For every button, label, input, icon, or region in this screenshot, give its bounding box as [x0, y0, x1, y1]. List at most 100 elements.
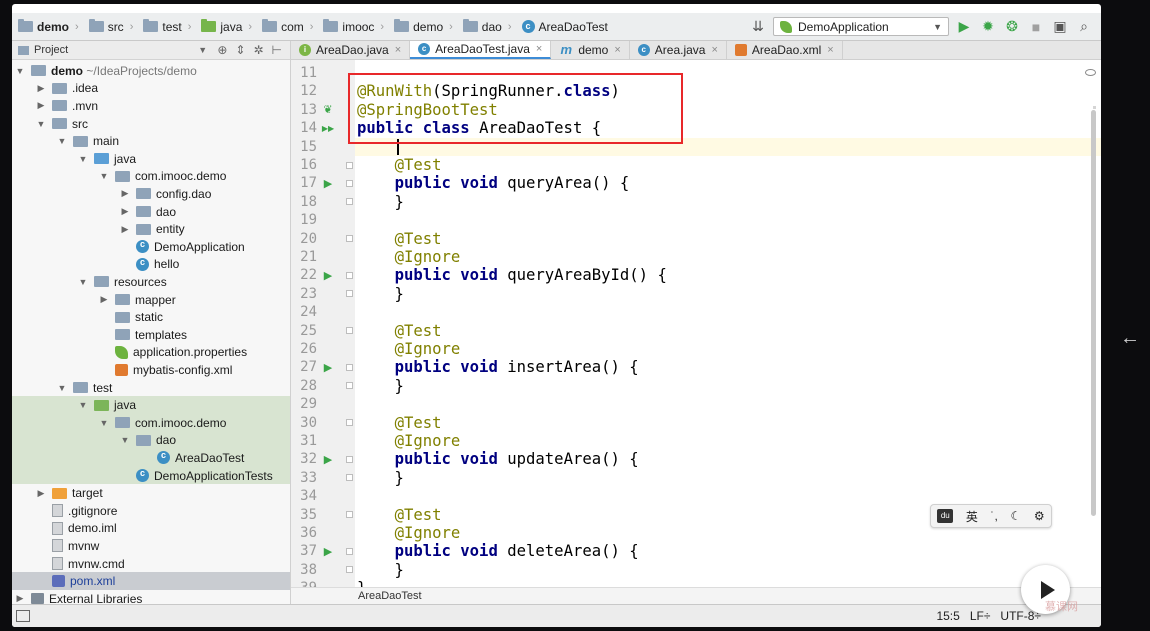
- code-line[interactable]: }: [355, 377, 1101, 395]
- close-icon[interactable]: ×: [614, 44, 620, 56]
- chevron-down-icon[interactable]: ▼: [198, 45, 207, 55]
- fold-marker-icon[interactable]: [344, 414, 354, 432]
- fold-marker-icon[interactable]: [344, 358, 354, 376]
- code-line[interactable]: [355, 487, 1101, 505]
- collapsed-arrow-icon[interactable]: ▶: [120, 188, 130, 199]
- fold-marker-icon[interactable]: [344, 230, 354, 248]
- editor-tab[interactable]: i AreaDao.java ×: [291, 41, 411, 59]
- code-line[interactable]: }: [355, 193, 1101, 211]
- code-line[interactable]: public class AreaDaoTest {: [355, 119, 1101, 137]
- settings-icon[interactable]: ✲: [253, 43, 263, 57]
- breadcrumb-item[interactable]: demo ›: [388, 13, 457, 40]
- code-line[interactable]: [355, 211, 1101, 229]
- fold-marker-icon[interactable]: [344, 469, 354, 487]
- code-line[interactable]: @Ignore: [355, 432, 1101, 450]
- tree-item[interactable]: static: [12, 308, 290, 326]
- editor-tab[interactable]: c AreaDaoTest.java ×: [410, 41, 552, 59]
- run-test-icon[interactable]: ▶: [322, 450, 334, 468]
- fold-marker-icon[interactable]: [344, 506, 354, 524]
- fold-marker-icon[interactable]: [344, 561, 354, 579]
- layout-icon[interactable]: ▣: [1051, 18, 1069, 36]
- expanded-arrow-icon[interactable]: ▼: [15, 66, 25, 76]
- breadcrumb-item[interactable]: c AreaDaoTest: [516, 13, 612, 40]
- run-test-icon[interactable]: ▶: [322, 174, 334, 192]
- collapse-all-icon[interactable]: ⇕: [235, 43, 245, 57]
- tree-item[interactable]: demo.iml: [12, 520, 290, 538]
- line-separator[interactable]: LF÷: [970, 609, 991, 623]
- expanded-arrow-icon[interactable]: ▼: [99, 171, 109, 181]
- editor-breadcrumb[interactable]: AreaDaoTest: [291, 587, 1101, 604]
- tree-item[interactable]: ▶ config.dao: [12, 185, 290, 203]
- breadcrumb-item[interactable]: java ›: [195, 13, 256, 40]
- close-icon[interactable]: ×: [827, 44, 833, 56]
- run-test-icon[interactable]: ▶: [322, 358, 334, 376]
- editor-scrollbar[interactable]: [1091, 110, 1096, 516]
- tree-item[interactable]: ▼ com.imooc.demo: [12, 414, 290, 432]
- ime-logo-icon[interactable]: du: [937, 509, 954, 523]
- breadcrumb-item[interactable]: com ›: [256, 13, 317, 40]
- gear-icon[interactable]: ⚙: [1034, 509, 1045, 523]
- code-line[interactable]: }: [355, 561, 1101, 579]
- editor-tab[interactable]: c Area.java ×: [630, 41, 727, 59]
- editor-tab[interactable]: m demo ×: [551, 41, 630, 59]
- close-icon[interactable]: ×: [711, 44, 717, 56]
- tree-item[interactable]: ▶ target: [12, 484, 290, 502]
- build-icon[interactable]: ⇊: [749, 18, 767, 36]
- collapsed-arrow-icon[interactable]: ▶: [15, 593, 25, 604]
- fold-marker-icon[interactable]: [344, 174, 354, 192]
- tree-item[interactable]: pom.xml: [12, 572, 290, 590]
- tree-item[interactable]: DemoApplication: [12, 238, 290, 256]
- tree-item[interactable]: ▶ .idea: [12, 80, 290, 98]
- ime-punctuation-toggle[interactable]: ˙,: [991, 509, 998, 523]
- eye-icon[interactable]: [1085, 69, 1096, 76]
- code-line[interactable]: @Ignore: [355, 340, 1101, 358]
- tree-item[interactable]: AreaDaoTest: [12, 449, 290, 467]
- tree-item[interactable]: .gitignore: [12, 502, 290, 520]
- code-line[interactable]: [355, 303, 1101, 321]
- code-line[interactable]: @SpringBootTest: [355, 101, 1101, 119]
- editor-tab[interactable]: AreaDao.xml ×: [727, 41, 843, 59]
- tree-item[interactable]: ▼ dao: [12, 431, 290, 450]
- tree-item[interactable]: hello: [12, 256, 290, 274]
- tree-item[interactable]: mvnw.cmd: [12, 555, 290, 573]
- run-tests-icon[interactable]: ▶▶: [322, 119, 334, 137]
- fold-marker-icon[interactable]: [344, 542, 354, 560]
- fold-marker-icon[interactable]: [344, 377, 354, 395]
- code-line[interactable]: }: [355, 285, 1101, 303]
- expanded-arrow-icon[interactable]: ▼: [57, 383, 67, 393]
- code-line[interactable]: [355, 64, 1101, 82]
- code-line[interactable]: }: [355, 469, 1101, 487]
- breadcrumb-item[interactable]: dao ›: [457, 13, 516, 40]
- code-line[interactable]: @Test: [355, 156, 1101, 174]
- code-line[interactable]: public void queryArea() {: [355, 174, 1101, 192]
- expanded-arrow-icon[interactable]: ▼: [120, 435, 130, 445]
- breadcrumb-item[interactable]: src ›: [83, 13, 138, 40]
- code-line[interactable]: public void queryAreaById() {: [355, 266, 1101, 284]
- tree-item[interactable]: templates: [12, 326, 290, 344]
- tree-item[interactable]: DemoApplicationTests: [12, 466, 290, 485]
- code-line[interactable]: }: [355, 579, 1101, 587]
- collapsed-arrow-icon[interactable]: ▶: [99, 294, 109, 305]
- collapsed-arrow-icon[interactable]: ▶: [36, 83, 46, 94]
- tree-item[interactable]: ▼ java: [12, 396, 290, 414]
- tree-item[interactable]: ▼ demo ~/IdeaProjects/demo: [12, 62, 290, 80]
- tree-item[interactable]: ▶ .mvn: [12, 97, 290, 115]
- tool-window-toggle-icon[interactable]: [16, 610, 30, 622]
- run-test-icon[interactable]: ▶: [322, 542, 334, 560]
- tree-item[interactable]: ▼ test: [12, 379, 290, 397]
- fold-marker-icon[interactable]: [344, 322, 354, 340]
- expanded-arrow-icon[interactable]: ▼: [99, 418, 109, 428]
- ime-language-toggle[interactable]: 英: [966, 508, 978, 525]
- expanded-arrow-icon[interactable]: ▼: [57, 136, 67, 146]
- code-line[interactable]: public void deleteArea() {: [355, 542, 1101, 560]
- coverage-icon[interactable]: ❂: [1003, 18, 1021, 36]
- back-arrow-icon[interactable]: ←: [1120, 327, 1140, 350]
- scroll-from-source-icon[interactable]: ⊕: [217, 43, 227, 57]
- expanded-arrow-icon[interactable]: ▼: [78, 400, 88, 410]
- tree-item[interactable]: ▶ entity: [12, 220, 290, 238]
- collapsed-arrow-icon[interactable]: ▶: [36, 100, 46, 111]
- tree-item[interactable]: ▼ src: [12, 115, 290, 133]
- debug-icon[interactable]: ✹: [979, 18, 997, 36]
- breadcrumb-item[interactable]: demo ›: [12, 13, 83, 40]
- spring-bean-icon[interactable]: ❦: [322, 101, 334, 119]
